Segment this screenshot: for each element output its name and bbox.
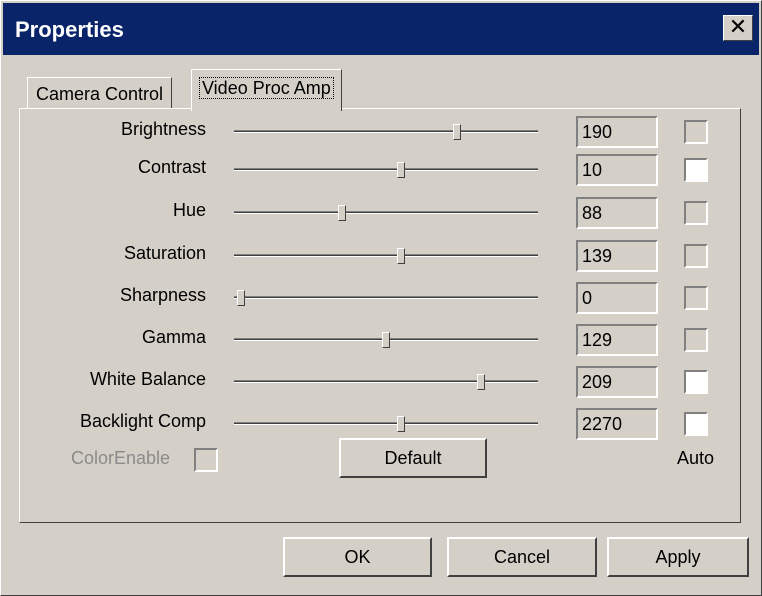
sharpness-auto-checkbox[interactable] <box>684 286 708 310</box>
contrast-label: Contrast <box>137 157 206 177</box>
saturation-slider-thumb[interactable] <box>397 248 405 264</box>
backlight-comp-auto-checkbox[interactable] <box>684 412 708 436</box>
white-balance-label: White Balance <box>89 369 206 389</box>
hue-slider[interactable] <box>234 205 538 221</box>
hue-slider-thumb[interactable] <box>338 205 346 221</box>
apply-button-label: Apply <box>655 547 701 567</box>
white-balance-slider[interactable] <box>234 374 538 390</box>
hue-value-field[interactable]: 88 <box>576 197 658 229</box>
color-enable-label: ColorEnable <box>71 448 171 468</box>
window-title: Properties <box>15 17 124 42</box>
saturation-slider[interactable] <box>234 248 538 264</box>
ok-button[interactable]: OK <box>283 537 432 577</box>
brightness-slider[interactable] <box>234 124 538 140</box>
ok-button-label: OK <box>344 547 371 567</box>
apply-button[interactable]: Apply <box>607 537 749 577</box>
hue-label: Hue <box>172 200 206 220</box>
color-enable-checkbox <box>194 448 218 472</box>
hue-auto-checkbox[interactable] <box>684 201 708 225</box>
tab-video-proc-amp-label: Video Proc Amp <box>199 77 334 99</box>
cancel-button-label: Cancel <box>493 547 551 567</box>
contrast-slider[interactable] <box>234 162 538 178</box>
gamma-label: Gamma <box>141 327 206 347</box>
gamma-auto-checkbox[interactable] <box>684 328 708 352</box>
gamma-value-field[interactable]: 129 <box>576 324 658 356</box>
contrast-value-field[interactable]: 10 <box>576 154 658 186</box>
default-button[interactable]: Default <box>339 438 487 478</box>
tab-camera-control[interactable]: Camera Control <box>27 77 173 109</box>
sharpness-slider[interactable] <box>234 290 538 306</box>
white-balance-auto-checkbox[interactable] <box>684 370 708 394</box>
saturation-label: Saturation <box>123 243 206 263</box>
tab-video-proc-amp[interactable]: Video Proc Amp <box>191 69 342 111</box>
backlight-comp-label: Backlight Comp <box>79 411 206 431</box>
auto-column-label: Auto <box>677 448 715 468</box>
cancel-button[interactable]: Cancel <box>447 537 597 577</box>
gamma-slider[interactable] <box>234 332 538 348</box>
properties-dialog: Properties ✕ Camera Control Video Proc A… <box>0 0 762 596</box>
close-icon[interactable]: ✕ <box>723 15 753 41</box>
sharpness-value-field[interactable]: 0 <box>576 282 658 314</box>
sharpness-label: Sharpness <box>119 285 206 305</box>
brightness-auto-checkbox[interactable] <box>684 120 708 144</box>
backlight-comp-value-field[interactable]: 2270 <box>576 408 658 440</box>
gamma-slider-thumb[interactable] <box>382 332 390 348</box>
sharpness-slider-thumb[interactable] <box>237 290 245 306</box>
saturation-value-field[interactable]: 139 <box>576 240 658 272</box>
white-balance-value-field[interactable]: 209 <box>576 366 658 398</box>
title-bar[interactable]: Properties ✕ <box>3 3 759 55</box>
brightness-value-field[interactable]: 190 <box>576 116 658 148</box>
saturation-auto-checkbox[interactable] <box>684 244 708 268</box>
white-balance-slider-thumb[interactable] <box>477 374 485 390</box>
default-button-label: Default <box>384 448 442 468</box>
brightness-slider-thumb[interactable] <box>453 124 461 140</box>
brightness-label: Brightness <box>120 119 206 139</box>
backlight-comp-slider[interactable] <box>234 416 538 432</box>
contrast-auto-checkbox[interactable] <box>684 158 708 182</box>
contrast-slider-thumb[interactable] <box>397 162 405 178</box>
backlight-comp-slider-thumb[interactable] <box>397 416 405 432</box>
